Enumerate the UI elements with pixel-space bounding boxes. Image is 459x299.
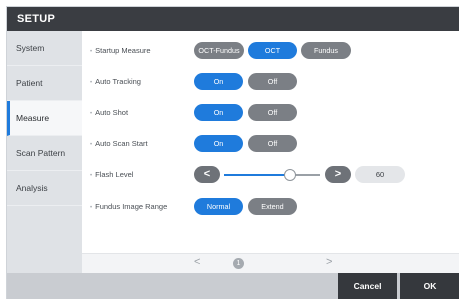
pager-next-icon[interactable]: >	[326, 256, 332, 268]
auto-shot-on-button[interactable]: On	[194, 104, 243, 121]
cancel-button[interactable]: Cancel	[338, 273, 397, 299]
sidebar: System Patient Measure Scan Pattern Anal…	[7, 31, 82, 273]
row-fundus-image-range: • Fundus Image Range Normal Extend	[82, 197, 459, 217]
auto-shot-label: • Auto Shot	[90, 108, 129, 117]
setup-window: SETUP System Patient Measure Scan Patter…	[6, 6, 459, 299]
row-startup-measure: • Startup Measure OCT-Fundus OCT Fundus	[82, 41, 459, 61]
flash-decrease-button[interactable]: <	[194, 166, 220, 183]
sidebar-item-analysis[interactable]: Analysis	[7, 171, 82, 206]
flash-slider-thumb[interactable]	[284, 169, 296, 181]
auto-shot-off-button[interactable]: Off	[248, 104, 297, 121]
flash-increase-button[interactable]: >	[325, 166, 351, 183]
auto-scan-start-off-button[interactable]: Off	[248, 135, 297, 152]
row-auto-tracking: • Auto Tracking On Off	[82, 72, 459, 92]
sidebar-item-measure[interactable]: Measure	[7, 101, 82, 136]
row-auto-scan-start: • Auto Scan Start On Off	[82, 134, 459, 154]
pager-current-page: 1	[233, 258, 244, 269]
sidebar-item-patient[interactable]: Patient	[7, 66, 82, 101]
chevron-left-icon: <	[203, 168, 211, 180]
chevron-right-icon: >	[334, 168, 342, 180]
sidebar-item-scan-pattern[interactable]: Scan Pattern	[7, 136, 82, 171]
ok-button[interactable]: OK	[400, 273, 459, 299]
flash-level-value: 60	[355, 166, 405, 183]
auto-tracking-on-button[interactable]: On	[194, 73, 243, 90]
pagination: < 1 >	[82, 253, 459, 273]
startup-measure-label: • Startup Measure	[90, 46, 151, 55]
flash-level-label: • Flash Level	[90, 170, 134, 179]
startup-oct-fundus-button[interactable]: OCT-Fundus	[194, 42, 244, 59]
startup-fundus-button[interactable]: Fundus	[301, 42, 351, 59]
auto-tracking-off-button[interactable]: Off	[248, 73, 297, 90]
startup-oct-button[interactable]: OCT	[248, 42, 297, 59]
fundus-range-extend-button[interactable]: Extend	[248, 198, 297, 215]
pager-prev-icon[interactable]: <	[194, 256, 200, 268]
footer-bar: Cancel OK	[7, 273, 459, 299]
flash-slider-fill	[224, 174, 290, 176]
window-title: SETUP	[7, 7, 459, 31]
row-flash-level: • Flash Level < > 60	[82, 165, 459, 185]
auto-scan-start-label: • Auto Scan Start	[90, 139, 148, 148]
row-auto-shot: • Auto Shot On Off	[82, 103, 459, 123]
sidebar-item-system[interactable]: System	[7, 31, 82, 66]
fundus-range-normal-button[interactable]: Normal	[194, 198, 243, 215]
auto-scan-start-on-button[interactable]: On	[194, 135, 243, 152]
auto-tracking-label: • Auto Tracking	[90, 77, 141, 86]
fundus-image-range-label: • Fundus Image Range	[90, 202, 168, 211]
settings-panel: • Startup Measure OCT-Fundus OCT Fundus •…	[82, 31, 459, 253]
